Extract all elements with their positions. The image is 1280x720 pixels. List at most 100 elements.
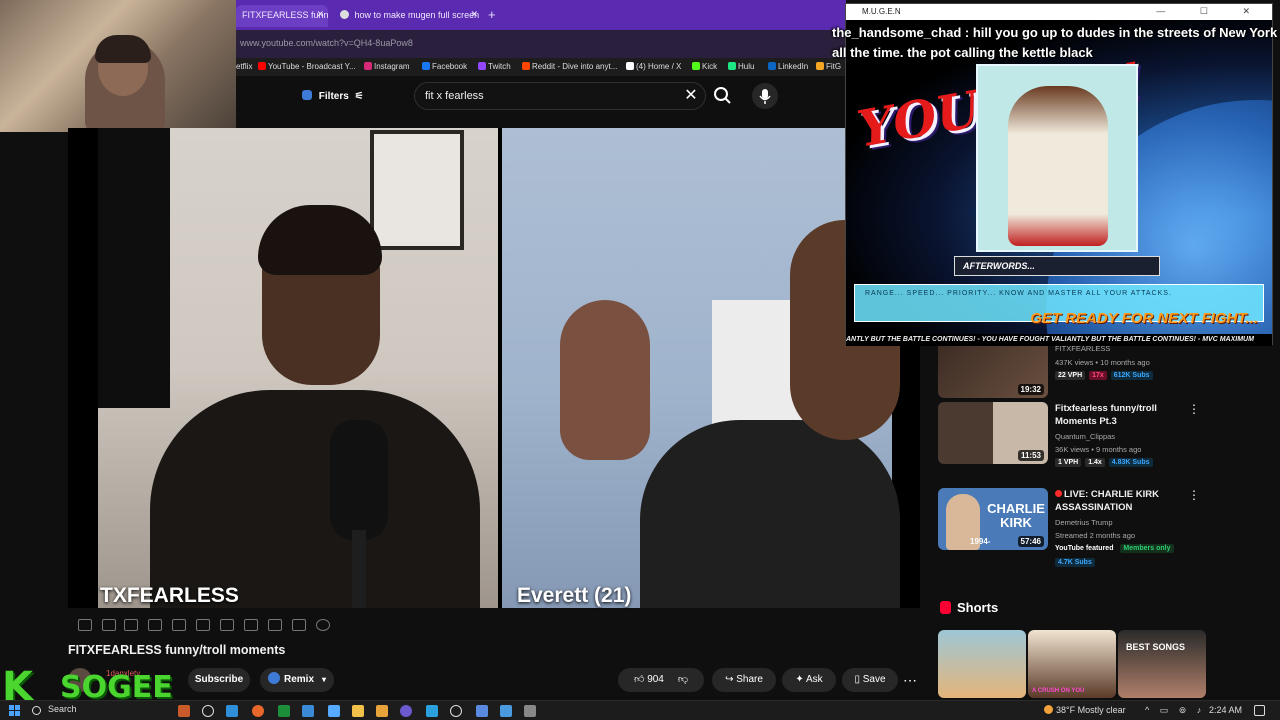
video-title: FITXFEARLESS funny/troll moments [68,643,286,657]
add-clip-icon[interactable] [244,619,258,631]
bookmark-label: Hulu [738,62,755,71]
bookmark-netflix[interactable]: etflix [236,62,252,71]
channel-name[interactable]: Quantum_Clippas [1055,432,1115,441]
subscribe-button[interactable]: Subscribe [188,668,250,692]
short-thumbnail[interactable] [938,630,1026,698]
save-button[interactable]: ▯ Save [842,668,898,692]
picture-in-picture-icon[interactable] [172,619,186,631]
share-button[interactable]: ↪ Share [712,668,776,692]
tab-mugen-fullscreen[interactable]: how to make mugen full screen ✕ [334,5,482,27]
dislike-icon[interactable]: 👎︎ [678,674,688,685]
bookmark-hulu[interactable]: Hulu [728,62,754,71]
telegram-icon[interactable] [426,705,438,717]
video-thumbnail[interactable]: 11:53 [938,402,1048,464]
short-thumbnail[interactable]: A CRUSH ON YOU [1028,630,1116,698]
excel-icon[interactable] [278,705,290,717]
keyboard-icon[interactable] [292,619,306,631]
close-icon[interactable]: ✕ [470,9,478,20]
search-button[interactable] [706,82,740,110]
calendar-icon[interactable] [148,619,162,631]
theater-icon[interactable] [196,619,210,631]
more-options-icon[interactable]: ⋮ [1188,402,1200,416]
youtube-icon [258,62,266,70]
window-controls[interactable]: — ☐ ✕ [1156,6,1266,17]
speed-icon[interactable] [220,619,234,631]
channel-name[interactable]: Demetrius Trump [1055,518,1113,527]
video-meta: 36K views • 9 months ago [1055,445,1142,454]
window-title-bar[interactable]: M.U.G.E.N — ☐ ✕ [846,4,1272,20]
filters-button[interactable]: Filters ⚟ [296,86,370,106]
clear-search-icon[interactable]: ✕ [681,86,701,106]
bookmark-fitg[interactable]: FitG [816,62,841,71]
audio-icon[interactable] [102,619,116,631]
app-icon[interactable] [328,705,340,717]
host-body [150,390,480,608]
bookmark-facebook[interactable]: Facebook [422,62,467,71]
weather-widget[interactable]: 38°F Mostly clear [1044,705,1126,715]
app-icon[interactable] [476,705,488,717]
video-duration: 11:53 [1017,450,1044,461]
recommended-video[interactable]: 11:53 Fitxfearless funny/troll Moments P… [938,402,1200,467]
file-explorer-icon[interactable] [352,705,364,717]
video-title[interactable]: LIVE: CHARLIE KIRK ASSASSINATION [1055,488,1185,514]
app-icon[interactable] [524,705,536,717]
notification-icon[interactable] [1254,705,1265,716]
bookmark-x[interactable]: (4) Home / X [626,62,681,71]
search-input[interactable]: fit x fearless ✕ [414,82,706,110]
bookmark-label: Reddit - Dive into anyt... [532,62,618,71]
app-icon[interactable] [226,705,238,717]
settings-icon[interactable] [316,619,330,631]
tab-fitxfearless[interactable]: FITXFEARLESS funny/ ✕ [236,5,328,27]
video-meta: 437K views • 10 months ago [1055,358,1150,367]
bookmark-reddit[interactable]: Reddit - Dive into anyt... [522,62,617,71]
youtube-header: Filters ⚟ fit x fearless ✕ [236,76,846,116]
bookmark-kick[interactable]: Kick [692,62,717,71]
search-query: fit x fearless [425,90,484,102]
bookmark-linkedin[interactable]: LinkedIn [768,62,808,71]
browser-tab-bar: FITXFEARLESS funny/ ✕ how to make mugen … [236,0,846,30]
equalizer-icon[interactable] [124,619,138,631]
more-options-icon[interactable]: ⋮ [1188,488,1200,502]
discord-icon[interactable] [400,705,412,717]
like-button[interactable]: 👍︎ 904 👎︎ [618,668,704,692]
firefox-icon[interactable] [252,705,264,717]
system-tray[interactable]: ^ ▭ ⊚ ♪ [1145,705,1205,716]
bookmark-twitch[interactable]: Twitch [478,62,511,71]
short-thumbnail[interactable]: BEST SONGS [1118,630,1206,698]
recommended-video[interactable]: CHARLIE KIRK 1994- 57:46 LIVE: CHARLIE K… [938,488,1200,567]
remix-button[interactable]: Remix ▾ [260,668,334,692]
taskbar-search[interactable]: Search [30,704,170,718]
taskbar-clock[interactable]: 2:24 AM [1209,705,1242,715]
app-icon[interactable] [376,705,388,717]
browser-icon[interactable] [500,705,512,717]
chat-message-overlay: the_handsome_chad : hill you go up to du… [832,25,1278,60]
ask-button[interactable]: ✦ Ask [782,668,836,692]
app-icon[interactable] [178,705,190,717]
search-icon [714,87,731,104]
screenshot-icon[interactable] [268,619,282,631]
close-icon[interactable]: ✕ [316,9,324,20]
bookmark-instagram[interactable]: Instagram [364,62,410,71]
members-only-badge: Members only [1120,544,1174,553]
short-caption: BEST SONGS [1126,642,1186,652]
get-ready-text: GET READY FOR NEXT FIGHT... [1030,310,1258,327]
remix-icon [268,672,280,684]
video-stats: 22 VPH 17x 612K Subs [1055,371,1155,380]
video-title[interactable]: Fitxfearless funny/troll Moments Pt.3 [1055,402,1185,428]
address-bar[interactable]: www.youtube.com/watch?v=QH4-8uaPow8 [236,30,846,58]
new-tab-button[interactable]: + [488,7,496,22]
video-thumbnail[interactable]: CHARLIE KIRK 1994- 57:46 [938,488,1048,550]
bookmark-label: YouTube - Broadcast Y... [268,62,356,71]
obs-icon[interactable] [450,705,462,717]
app-icon[interactable] [302,705,314,717]
voice-search-button[interactable] [752,83,778,109]
hulu-icon [728,62,736,70]
stream-brand-overlay: K SOGEE [0,664,175,710]
loop-icon[interactable] [78,619,92,631]
start-menu-icon[interactable] [9,705,21,717]
bookmark-youtube[interactable]: YouTube - Broadcast Y... [258,62,356,71]
video-title-text: LIVE: CHARLIE KIRK ASSASSINATION [1055,489,1159,513]
more-actions-button[interactable]: ⋯ [898,668,922,692]
ask-label: Ask [805,674,823,685]
task-view-icon[interactable] [202,705,214,717]
